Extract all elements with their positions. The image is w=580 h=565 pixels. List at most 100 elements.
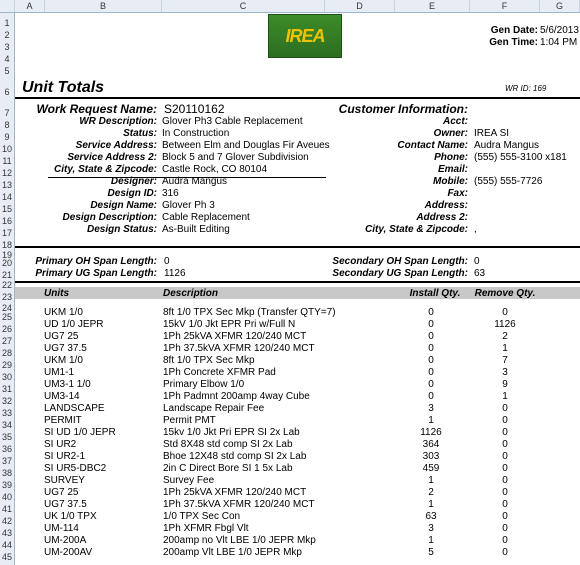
row-header-34[interactable]: 34	[0, 420, 14, 430]
remove-qty-cell: 1	[502, 343, 508, 354]
row-header-20[interactable]: 20	[0, 258, 14, 268]
city-underline	[48, 177, 326, 178]
row-header-7[interactable]: 7	[0, 108, 14, 118]
row-header-40[interactable]: 40	[0, 492, 14, 502]
gen-date-label: Gen Date:	[490, 25, 538, 36]
install-qty-cell: 0	[428, 331, 434, 342]
column-header-b[interactable]: B	[45, 0, 162, 12]
unit-cell: UG7 25	[44, 487, 79, 498]
install-qty-cell: 0	[428, 307, 434, 318]
remove-qty-cell: 1126	[494, 319, 516, 330]
row-header-5[interactable]: 5	[0, 66, 14, 76]
row-header-25[interactable]: 25	[0, 312, 14, 322]
row-header-41[interactable]: 41	[0, 504, 14, 514]
description-cell: 8ft 1/0 TPX Sec Mkp (Transfer QTY=7)	[163, 307, 336, 318]
remove-qty-cell: 1	[502, 391, 508, 402]
row-header-6[interactable]: 6	[0, 87, 14, 97]
row-header-43[interactable]: 43	[0, 528, 14, 538]
wr-field-label: Service Address 2:	[67, 152, 157, 163]
customer-field-label: Fax:	[447, 188, 468, 199]
row-header-30[interactable]: 30	[0, 372, 14, 382]
irea-logo: IREA	[268, 14, 342, 58]
row-header-26[interactable]: 26	[0, 324, 14, 334]
row-header-15[interactable]: 15	[0, 204, 14, 214]
column-header-bar: A B C D E F G	[0, 0, 580, 13]
wr-id: WR ID: 169	[505, 84, 547, 93]
row-header-37[interactable]: 37	[0, 456, 14, 466]
row-header-22[interactable]: 22	[0, 280, 14, 290]
remove-qty-cell: 0	[502, 403, 508, 414]
wr-field-label: Status:	[123, 128, 157, 139]
row-header-23[interactable]: 23	[0, 292, 14, 302]
description-cell: Bhoe 12X48 std comp SI 2x Lab	[163, 451, 307, 462]
install-qty-cell: 0	[428, 379, 434, 390]
install-qty-cell: 1	[428, 499, 434, 510]
remove-qty-cell: 0	[502, 475, 508, 486]
span-divider	[15, 281, 580, 283]
row-header-27[interactable]: 27	[0, 336, 14, 346]
install-qty-cell: 1	[428, 475, 434, 486]
row-header-2[interactable]: 2	[0, 30, 14, 40]
row-header-1[interactable]: 1	[0, 18, 14, 28]
row-header-36[interactable]: 36	[0, 444, 14, 454]
row-header-18[interactable]: 18	[0, 240, 14, 250]
row-header-31[interactable]: 31	[0, 384, 14, 394]
column-header-f[interactable]: F	[470, 0, 540, 12]
row-header-28[interactable]: 28	[0, 348, 14, 358]
install-qty-cell: 0	[428, 367, 434, 378]
row-header-12[interactable]: 12	[0, 168, 14, 178]
row-header-38[interactable]: 38	[0, 468, 14, 478]
row-header-29[interactable]: 29	[0, 360, 14, 370]
wr-field-value: In Construction	[162, 128, 230, 139]
row-header-39[interactable]: 39	[0, 480, 14, 490]
row-header-11[interactable]: 11	[0, 156, 14, 166]
remove-qty-cell: 0	[502, 499, 508, 510]
install-qty-cell: 0	[428, 391, 434, 402]
row-header-13[interactable]: 13	[0, 180, 14, 190]
row-header-21[interactable]: 21	[0, 270, 14, 280]
row-header-10[interactable]: 10	[0, 144, 14, 154]
row-header-33[interactable]: 33	[0, 408, 14, 418]
install-qty-cell: 5	[428, 547, 434, 558]
row-header-32[interactable]: 32	[0, 396, 14, 406]
remove-qty-cell: 0	[502, 415, 508, 426]
column-header-d[interactable]: D	[325, 0, 395, 12]
customer-field-value: (555) 555-3100 x181	[474, 152, 567, 163]
remove-qty-cell: 0	[502, 463, 508, 474]
remove-qty-cell: 0	[502, 427, 508, 438]
secondary-ug-label: Secondary UG Span Length:	[332, 268, 468, 279]
column-header-c[interactable]: C	[162, 0, 325, 12]
row-header-16[interactable]: 16	[0, 216, 14, 226]
select-all-corner[interactable]	[0, 0, 15, 12]
row-header-4[interactable]: 4	[0, 54, 14, 64]
wr-field-value: Cable Replacement	[162, 212, 250, 223]
row-header-9[interactable]: 9	[0, 132, 14, 142]
row-header-44[interactable]: 44	[0, 540, 14, 550]
wr-field-value: Glover Ph3 Cable Replacement	[162, 116, 303, 127]
wr-field-label: WR Description:	[79, 116, 157, 127]
column-header-g[interactable]: G	[540, 0, 580, 12]
row-header-17[interactable]: 17	[0, 228, 14, 238]
row-header-45[interactable]: 45	[0, 552, 14, 562]
customer-field-label: Owner:	[433, 128, 468, 139]
wr-field-label: Service Address:	[75, 140, 157, 151]
remove-qty-header: Remove Qty.	[474, 288, 536, 299]
remove-qty-cell: 0	[502, 511, 508, 522]
unit-cell: UM-200A	[44, 535, 87, 546]
install-qty-cell: 1	[428, 535, 434, 546]
description-cell: 1Ph 25kVA XFMR 120/240 MCT	[163, 487, 307, 498]
row-header-14[interactable]: 14	[0, 192, 14, 202]
column-header-a[interactable]: A	[15, 0, 45, 12]
install-qty-cell: 2	[428, 487, 434, 498]
install-qty-cell: 364	[422, 439, 440, 450]
row-header-42[interactable]: 42	[0, 516, 14, 526]
description-cell: 1Ph 37.5kVA XFMR 120/240 MCT	[163, 343, 315, 354]
customer-field-label: Email:	[437, 164, 468, 175]
unit-cell: UKM 1/0	[44, 307, 83, 318]
row-header-3[interactable]: 3	[0, 42, 14, 52]
description-cell: Std 8X48 std comp SI 2x Lab	[163, 439, 293, 450]
column-header-e[interactable]: E	[395, 0, 470, 12]
description-cell: 200amp Vlt LBE 1/0 JEPR Mkp	[163, 547, 302, 558]
row-header-8[interactable]: 8	[0, 120, 14, 130]
row-header-35[interactable]: 35	[0, 432, 14, 442]
